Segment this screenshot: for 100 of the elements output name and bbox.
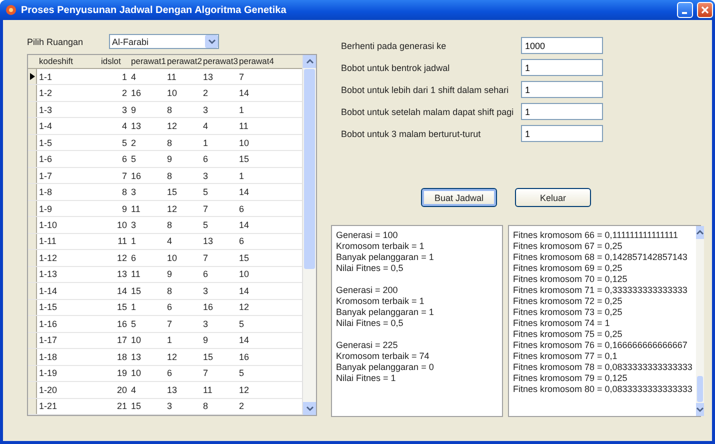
table-cell-text: 3	[130, 220, 138, 230]
table-cell-text: 20	[116, 384, 128, 395]
table-cell-text: 4	[202, 121, 210, 132]
setting-field[interactable]: 1000	[521, 37, 603, 54]
table-cell-text: 5	[120, 138, 128, 148]
table-cell-text: 14	[238, 286, 250, 296]
log-line: Banyak pelanggaran = 1	[336, 307, 435, 318]
column-header[interactable]: idslot	[99, 56, 129, 66]
table-cell-text: 14	[238, 187, 250, 198]
table-cell-text: 8	[166, 104, 174, 115]
table-cell-text: 4	[130, 384, 138, 395]
table-cell-text: 7	[202, 368, 210, 378]
scroll-thumb[interactable]	[304, 69, 315, 269]
scroll-thumb[interactable]	[697, 376, 704, 402]
log-line: Fitnes kromosom 76 = 0,166666666666667	[513, 340, 688, 351]
table-cell-text: 8	[202, 401, 210, 412]
table-cell-text: 13	[130, 352, 142, 362]
close-icon	[701, 6, 709, 14]
table-cell-text: 8	[166, 138, 174, 148]
room-label: Pilih Ruangan	[27, 36, 84, 46]
table-cell-text: 2	[238, 401, 246, 412]
table-cell-text: 3	[202, 170, 210, 181]
table-cell-text: 14	[238, 335, 250, 346]
table-cell-text: 1-10	[38, 220, 58, 230]
setting-label: Bobot untuk 3 malam berturut-turut	[341, 128, 482, 138]
table-cell-text: 5	[130, 318, 138, 329]
table-cell-text: 16	[116, 318, 128, 329]
create-schedule-button[interactable]: Buat Jadwal	[421, 188, 497, 207]
table-cell-text: 10	[130, 335, 142, 346]
setting-label: Berhenti pada generasi ke	[341, 40, 448, 50]
scroll-up-icon[interactable]	[696, 229, 704, 236]
scroll-down-icon[interactable]	[208, 38, 216, 45]
table-cell-text: 12	[116, 252, 128, 263]
log-line: Fitnes kromosom 66 = 0,111111111111111	[513, 230, 680, 241]
table-cell-text: 15	[130, 286, 142, 296]
table-cell-text: 6	[130, 252, 138, 263]
table-cell-text: 18	[116, 352, 128, 362]
app-icon	[5, 4, 17, 16]
table-cell-text: 6	[238, 236, 246, 246]
table-cell-text: 1-9	[38, 204, 54, 214]
table-cell-text: 10	[238, 138, 250, 148]
setting-label: Bobot untuk bentrok jadwal	[341, 62, 451, 72]
column-header[interactable]: perawat3	[201, 56, 237, 66]
table-cell-text: 9	[202, 335, 210, 346]
table-cell-text: 1	[202, 138, 210, 148]
table-cell-text: 1-5	[38, 138, 54, 148]
log-line: Fitnes kromosom 70 = 0,125	[513, 274, 628, 285]
log-line: Fitnes kromosom 67 = 0,25	[513, 241, 624, 252]
table-cell-text: 12	[166, 121, 178, 132]
table-cell-text: 1-14	[38, 286, 58, 296]
table-cell-text: 3	[202, 104, 210, 115]
column-header[interactable]: perawat1	[129, 56, 165, 66]
table-cell-text: 1-6	[38, 154, 54, 164]
table-cell-text: 1-20	[38, 384, 58, 395]
column-header[interactable]: kodeshift	[37, 56, 99, 66]
scroll-down-icon[interactable]	[696, 406, 704, 413]
exit-button[interactable]: Keluar	[515, 188, 591, 207]
log-line: Fitnes kromosom 68 = 0,142857142857143	[513, 252, 688, 263]
table-cell-text: 15	[116, 302, 128, 312]
close-button[interactable]	[697, 2, 713, 18]
table-cell-text: 8	[166, 170, 174, 181]
column-header[interactable]: perawat4	[237, 56, 273, 66]
table-cell-text: 9	[120, 204, 128, 214]
column-header[interactable]: perawat2	[165, 56, 201, 66]
table-cell-text: 9	[130, 104, 138, 115]
log-line: Kromosom terbaik = 1	[336, 241, 426, 252]
table-cell-text: 9	[166, 269, 174, 280]
table-cell-text: 14	[238, 220, 250, 230]
setting-field[interactable]: 1	[521, 103, 603, 120]
scroll-up-icon[interactable]	[306, 58, 314, 65]
table-cell-text: 8	[166, 220, 174, 230]
table-cell-text: 17	[116, 335, 128, 346]
setting-field[interactable]: 1	[521, 81, 603, 98]
table-cell-text: 11	[202, 384, 214, 395]
table-cell-text: 10	[238, 269, 250, 280]
window-title: Proses Penyusunan Jadwal Dengan Algoritma Genetika	[21, 4, 288, 16]
log-line: Kromosom terbaik = 74	[336, 351, 430, 362]
table-cell-text: 13	[166, 384, 178, 395]
table-cell-text: 5	[238, 368, 246, 378]
table-cell-text: 1-13	[38, 269, 58, 280]
table-cell-text: 2	[202, 88, 210, 98]
setting-field[interactable]: 1	[521, 125, 603, 142]
log-line: Nilai Fitnes = 0,5	[336, 318, 404, 329]
table-cell-text: 5	[202, 220, 210, 230]
table-cell-text: 7	[238, 72, 246, 82]
table-cell-text: 7	[166, 318, 174, 329]
table-cell-text: 11	[130, 269, 142, 280]
table-cell-text: 10	[166, 252, 178, 263]
table-cell-text: 12	[238, 384, 250, 395]
table-cell-text: 1-15	[38, 302, 58, 312]
table-cell-text: 11	[130, 204, 142, 214]
row-header[interactable]	[28, 68, 37, 84]
setting-field[interactable]: 1	[521, 59, 603, 76]
current-row-icon	[30, 73, 34, 80]
table-cell-text: 10	[166, 88, 178, 98]
room-dropdown[interactable]: Al-Farabi	[109, 34, 219, 49]
table-cell-text: 1-1	[38, 72, 54, 82]
table-cell-text: 11	[166, 72, 178, 82]
scroll-down-icon[interactable]	[306, 405, 314, 412]
minimize-button[interactable]	[677, 2, 693, 18]
